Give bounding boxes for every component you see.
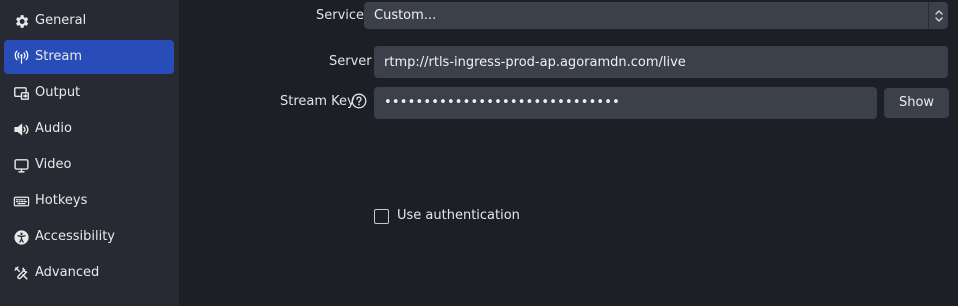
chevron-updown-icon [928,2,948,29]
sidebar-item-label: Output [35,85,81,100]
speaker-icon [12,120,30,138]
sidebar-item-accessibility[interactable]: Accessibility [4,220,174,254]
sidebar-item-output[interactable]: Output [4,76,174,110]
settings-sidebar: General Stream Output Audio Video Hotkey… [0,0,179,306]
sidebar-item-label: Hotkeys [35,193,88,208]
antenna-icon [12,48,30,66]
settings-window: General Stream Output Audio Video Hotkey… [0,0,958,306]
gear-icon [12,12,30,30]
use-authentication-checkbox[interactable] [374,209,389,224]
sidebar-item-audio[interactable]: Audio [4,112,174,146]
wrench-icon [12,264,30,282]
stream-key-label: Stream Key [280,94,355,109]
sidebar-item-label: Video [35,157,72,172]
server-label: Server [329,54,372,69]
server-input[interactable] [374,46,948,78]
use-authentication-label[interactable]: Use authentication [397,208,520,223]
accessibility-icon [12,228,30,246]
sidebar-item-label: Advanced [35,265,100,280]
sidebar-item-label: Accessibility [35,229,115,244]
sidebar-item-hotkeys[interactable]: Hotkeys [4,184,174,218]
sidebar-item-label: General [35,13,87,28]
sidebar-item-label: Audio [35,121,72,136]
sidebar-item-general[interactable]: General [4,4,174,38]
service-label: Service [316,8,365,23]
keyboard-icon [12,192,30,210]
service-select-value: Custom... [374,8,437,23]
service-select[interactable]: Custom... [364,2,948,29]
show-key-button[interactable]: Show [884,88,949,118]
help-icon[interactable] [351,93,367,109]
sidebar-item-stream[interactable]: Stream [4,40,174,74]
output-icon [12,84,30,102]
stream-key-input[interactable]: •••••••••••••••••••••••••••••• [374,87,877,119]
sidebar-item-advanced[interactable]: Advanced [4,256,174,290]
sidebar-item-label: Stream [35,49,83,64]
monitor-icon [12,156,30,174]
stream-key-masked-value: •••••••••••••••••••••••••••••• [384,95,621,110]
sidebar-item-video[interactable]: Video [4,148,174,182]
